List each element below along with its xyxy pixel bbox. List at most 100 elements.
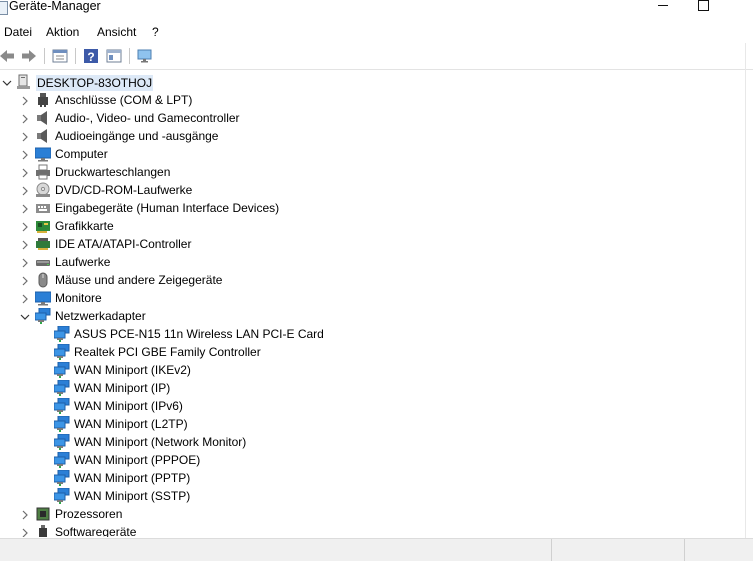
help-icon[interactable]: ?: [82, 47, 100, 65]
speaker-icon: [35, 128, 51, 144]
tree-category[interactable]: Mäuse und andere Zeigegeräte: [0, 271, 753, 289]
tree-category[interactable]: Audio-, Video- und Gamecontroller: [0, 109, 753, 127]
tree-device[interactable]: WAN Miniport (Network Monitor): [0, 433, 753, 451]
tree-device[interactable]: WAN Miniport (IP): [0, 379, 753, 397]
toolbar-separator: [129, 48, 130, 64]
tree-item-label: WAN Miniport (PPPOE): [74, 453, 201, 467]
status-bar-divider: [684, 539, 685, 561]
software-device-icon: [35, 524, 51, 537]
tree-item-label: IDE ATA/ATAPI-Controller: [55, 237, 192, 251]
network-icon: [53, 487, 70, 504]
chevron-right-icon[interactable]: [20, 203, 30, 214]
forward-icon[interactable]: [20, 47, 38, 65]
tree-item-label: Anschlüsse (COM & LPT): [55, 93, 193, 107]
tree-item-label: Monitore: [55, 291, 102, 305]
chevron-right-icon[interactable]: [20, 113, 30, 124]
chevron-right-icon[interactable]: [20, 275, 30, 286]
tree-device[interactable]: WAN Miniport (PPTP): [0, 469, 753, 487]
hid-icon: [35, 200, 51, 216]
network-icon: [53, 451, 70, 468]
tree-item-label: Audioeingänge und -ausgänge: [55, 129, 219, 143]
device-tree: DESKTOP-83OTHOJ Anschlüsse (COM & LPT) Aud…: [0, 71, 753, 537]
tree-category[interactable]: Druckwarteschlangen: [0, 163, 753, 181]
back-icon[interactable]: [0, 47, 16, 65]
tree-category[interactable]: Prozessoren: [0, 505, 753, 523]
tree-category[interactable]: Laufwerke: [0, 253, 753, 271]
speaker-icon: [35, 110, 51, 126]
chevron-right-icon[interactable]: [20, 257, 30, 268]
tree-device[interactable]: WAN Miniport (IPv6): [0, 397, 753, 415]
tree-device[interactable]: WAN Miniport (L2TP): [0, 415, 753, 433]
tree-category[interactable]: Eingabegeräte (Human Interface Devices): [0, 199, 753, 217]
network-icon: [53, 343, 70, 360]
tree-category[interactable]: Computer: [0, 145, 753, 163]
tree-item-label: Eingabegeräte (Human Interface Devices): [55, 201, 280, 215]
chevron-down-icon[interactable]: [20, 311, 30, 321]
view-icon[interactable]: [105, 47, 123, 65]
tree-item-label: WAN Miniport (IP): [74, 381, 171, 395]
menu-aktion[interactable]: Aktion: [46, 25, 79, 39]
tree-category[interactable]: Softwaregeräte: [0, 523, 753, 537]
network-icon: [53, 325, 70, 342]
tree-item-label: Prozessoren: [55, 507, 123, 521]
tree-item-label: DESKTOP-83OTHOJ: [36, 75, 154, 91]
tree-category[interactable]: IDE ATA/ATAPI-Controller: [0, 235, 753, 253]
window-title: Geräte-Manager: [9, 0, 101, 13]
chevron-right-icon[interactable]: [20, 149, 30, 160]
scan-hardware-icon[interactable]: [136, 47, 154, 65]
tree-item-label: Grafikkarte: [55, 219, 114, 233]
tree-item-label: Mäuse und andere Zeigegeräte: [55, 273, 223, 287]
computer-root-icon: [16, 74, 32, 90]
tree-category[interactable]: Anschlüsse (COM & LPT): [0, 91, 753, 109]
tree-item-label: Realtek PCI GBE Family Controller: [74, 345, 261, 359]
chevron-right-icon[interactable]: [20, 95, 30, 106]
chevron-right-icon[interactable]: [20, 185, 30, 196]
network-icon: [34, 307, 51, 324]
menu-help[interactable]: ?: [152, 25, 159, 39]
tree-item-label: WAN Miniport (L2TP): [74, 417, 188, 431]
tree-category[interactable]: DVD/CD-ROM-Laufwerke: [0, 181, 753, 199]
maximize-button[interactable]: [680, 0, 726, 16]
tree-category[interactable]: Audioeingänge und -ausgänge: [0, 127, 753, 145]
tree-item-label: Laufwerke: [55, 255, 111, 269]
menu-datei[interactable]: Datei: [4, 25, 32, 39]
network-icon: [53, 361, 70, 378]
tree-item-label: Computer: [55, 147, 108, 161]
tree-item-label: DVD/CD-ROM-Laufwerke: [55, 183, 193, 197]
toolbar-separator: [44, 48, 45, 64]
tree-device[interactable]: WAN Miniport (PPPOE): [0, 451, 753, 469]
network-icon: [53, 469, 70, 486]
tree-item-label: WAN Miniport (Network Monitor): [74, 435, 247, 449]
port-icon: [35, 92, 51, 108]
network-icon: [53, 397, 70, 414]
printer-icon: [35, 164, 51, 180]
chevron-right-icon[interactable]: [20, 167, 30, 178]
tree-item-label: WAN Miniport (SSTP): [74, 489, 191, 503]
chevron-right-icon[interactable]: [20, 527, 30, 537]
tree-item-label: Softwaregeräte: [55, 525, 137, 537]
chevron-right-icon[interactable]: [20, 509, 30, 520]
tree-device[interactable]: ASUS PCE-N15 11n Wireless LAN PCI-E Card: [0, 325, 753, 343]
display-adapter-icon: [35, 218, 51, 234]
tree-device[interactable]: WAN Miniport (IKEv2): [0, 361, 753, 379]
properties-icon[interactable]: [51, 47, 69, 65]
svg-text:?: ?: [87, 50, 94, 64]
disc-icon: [35, 182, 51, 198]
tree-category[interactable]: Monitore: [0, 289, 753, 307]
status-bar-divider: [551, 539, 552, 561]
chevron-down-icon[interactable]: [2, 77, 12, 87]
chevron-right-icon[interactable]: [20, 221, 30, 232]
tree-category[interactable]: Netzwerkadapter: [0, 307, 753, 325]
tree-category[interactable]: Grafikkarte: [0, 217, 753, 235]
menu-ansicht[interactable]: Ansicht: [97, 25, 136, 39]
tree-root[interactable]: DESKTOP-83OTHOJ: [0, 73, 753, 91]
toolbar-separator: [75, 48, 76, 64]
processor-icon: [35, 506, 51, 522]
tree-item-label: Netzwerkadapter: [55, 309, 146, 323]
tree-device[interactable]: WAN Miniport (SSTP): [0, 487, 753, 505]
tree-item-label: WAN Miniport (PPTP): [74, 471, 191, 485]
chevron-right-icon[interactable]: [20, 239, 30, 250]
chevron-right-icon[interactable]: [20, 131, 30, 142]
chevron-right-icon[interactable]: [20, 293, 30, 304]
tree-device[interactable]: Realtek PCI GBE Family Controller: [0, 343, 753, 361]
